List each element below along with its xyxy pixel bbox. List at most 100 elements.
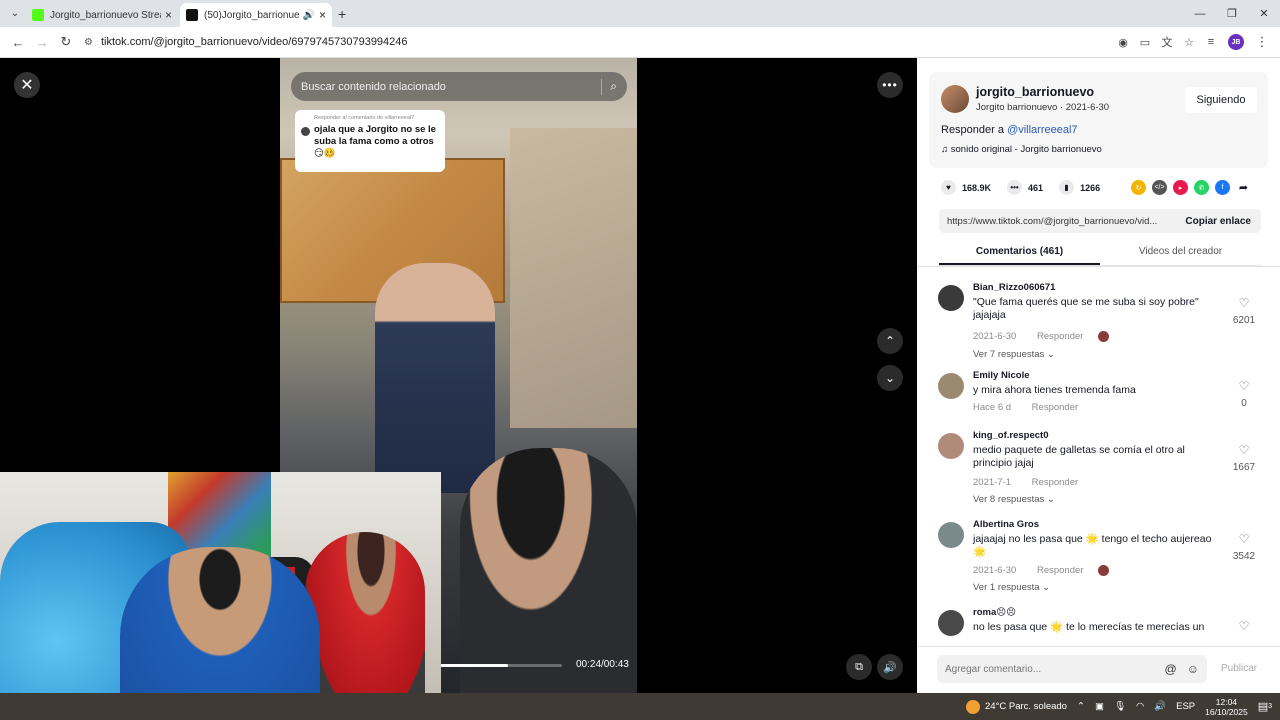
description-mention[interactable]: @villarreeeal7	[1007, 124, 1077, 136]
comment-like[interactable]: ♡ 1667	[1227, 443, 1261, 475]
like-stat[interactable]: ♥ 168.9K	[941, 180, 991, 195]
comment-avatar[interactable]	[938, 522, 964, 548]
previous-video-button[interactable]: ⌃	[877, 328, 903, 354]
new-tab-button[interactable]: +	[338, 6, 346, 22]
menu-kebab-icon[interactable]: ⋮	[1250, 34, 1274, 50]
video-link: https://www.tiktok.com/@jorgito_barrionu…	[947, 215, 1158, 227]
notification-count: 3	[1268, 703, 1272, 710]
reply-button[interactable]: Responder	[1037, 565, 1083, 576]
bookmark-star-icon[interactable]: ☆	[1178, 36, 1200, 49]
comment-username[interactable]: Emily Nicole	[973, 370, 1030, 381]
view-replies-button[interactable]: Ver 7 respuestas ⌄	[973, 349, 1055, 360]
tray-wifi-icon[interactable]: ◠	[1136, 701, 1144, 712]
repost-icon[interactable]: ↻	[1131, 180, 1146, 195]
comment-avatar[interactable]	[938, 610, 964, 636]
eye-icon[interactable]: ◉	[1112, 36, 1134, 49]
share-arrow-icon[interactable]: ➦	[1236, 180, 1251, 195]
comment-like-count: 1667	[1232, 462, 1256, 473]
site-info-icon[interactable]: ⚙	[84, 37, 93, 48]
view-replies-button[interactable]: Ver 1 respuesta ⌄	[973, 582, 1050, 593]
comment-like[interactable]: ♡ 3542	[1227, 532, 1261, 564]
forward-icon[interactable]: →	[30, 35, 54, 50]
related-search[interactable]: ⌕	[291, 72, 627, 101]
tab-tiktok[interactable]: (50)Jorgito_barrionuevo (@ 🔊 ×	[180, 3, 332, 27]
video-description: Responder a @villarreeeal7	[941, 124, 1078, 136]
comment-like[interactable]: ♡ 0	[1227, 379, 1261, 411]
comment-username[interactable]: roma😣😣	[973, 607, 1016, 618]
comment-username[interactable]: Albertina Gros	[973, 519, 1039, 530]
comment-avatar[interactable]	[938, 285, 964, 311]
author-avatar[interactable]	[941, 85, 969, 113]
tray-chevron-icon[interactable]: ⌃	[1077, 701, 1085, 712]
facebook-icon[interactable]: f	[1215, 180, 1230, 195]
comment-text: "Que fama querés que se me suba si soy p…	[973, 296, 1199, 321]
comment-like[interactable]: ♡ 6201	[1227, 296, 1261, 328]
comment-text: y mira ahora tienes tremenda fama	[973, 384, 1136, 396]
pip-button[interactable]: ⧉	[846, 654, 872, 680]
close-video-button[interactable]: ✕	[14, 72, 40, 98]
comment-input[interactable]	[945, 663, 1155, 675]
comment-like-count: 3542	[1232, 551, 1256, 562]
send-to-friends-icon[interactable]: ▸	[1173, 180, 1188, 195]
reply-button[interactable]: Responder	[1032, 402, 1078, 413]
volume-button[interactable]: 🔊	[877, 654, 903, 680]
save-stat[interactable]: ▮ 1266	[1059, 180, 1100, 195]
copy-link-button[interactable]: Copiar enlace	[1175, 216, 1261, 227]
mention-icon[interactable]: @	[1165, 662, 1177, 676]
sound-link[interactable]: ♫ sonido original - Jorgito barrionuevo	[941, 144, 1102, 155]
search-divider	[601, 78, 603, 95]
url-field[interactable]: ⚙ tiktok.com/@jorgito_barrionuevo/video/…	[84, 30, 1112, 54]
view-replies-button[interactable]: Ver 8 respuestas ⌄	[973, 494, 1055, 505]
language-indicator[interactable]: ESP	[1176, 701, 1195, 712]
tab-comments[interactable]: Comentarios (461)	[939, 242, 1100, 265]
comment-avatar[interactable]	[938, 433, 964, 459]
profile-avatar[interactable]: JB	[1228, 34, 1244, 50]
video-progress-bar[interactable]	[440, 664, 562, 667]
clock[interactable]: 12:04 16/10/2025	[1205, 697, 1248, 717]
tray-mic-icon[interactable]: 🎙	[1114, 701, 1126, 712]
reply-button[interactable]: Responder	[1032, 477, 1078, 488]
weather-widget[interactable]: 24°C Parc. soleado	[966, 699, 1067, 714]
comment-username[interactable]: Bian_Rizzo060671	[973, 282, 1055, 293]
heart-outline-icon: ♡	[1238, 379, 1250, 393]
publish-button[interactable]: Publicar	[1221, 663, 1257, 674]
more-options-button[interactable]: •••	[877, 72, 903, 98]
close-tab-icon[interactable]: ×	[165, 8, 172, 22]
reply-button[interactable]: Responder	[1037, 331, 1083, 342]
following-button[interactable]: Siguiendo	[1185, 87, 1257, 113]
translate-icon[interactable]: 文	[1156, 34, 1178, 50]
clock-date: 16/10/2025	[1205, 706, 1248, 717]
comment-stat[interactable]: ••• 461	[1007, 180, 1043, 195]
emoji-icon[interactable]: ☺	[1187, 662, 1199, 676]
close-tab-icon[interactable]: ×	[319, 8, 326, 22]
related-search-input[interactable]	[301, 80, 594, 93]
minimize-icon[interactable]: —	[1184, 0, 1216, 27]
tray-usb-icon[interactable]: ▣	[1095, 701, 1104, 712]
author-subtitle: Jorgito barrionuevo · 2021-6-30	[976, 102, 1110, 113]
comment-username[interactable]: king_of.respect0	[973, 430, 1049, 441]
reading-list-icon[interactable]: ≡	[1200, 36, 1222, 48]
back-icon[interactable]: ←	[6, 35, 30, 50]
author-username[interactable]: jorgito_barrionuevo	[976, 85, 1094, 99]
bookmark-icon: ▮	[1059, 180, 1075, 195]
comment-like[interactable]: ♡	[1227, 619, 1261, 633]
heart-outline-icon: ♡	[1238, 296, 1250, 310]
notification-center-icon[interactable]: ▤ 3	[1258, 700, 1272, 713]
speaker-icon[interactable]: 🔊	[303, 10, 315, 21]
next-video-button[interactable]: ⌄	[877, 365, 903, 391]
comment-like-count: 6201	[1232, 315, 1256, 326]
restore-icon[interactable]: ❐	[1216, 0, 1248, 27]
tab-kick-stream[interactable]: Jorgito_barrionuevo Stream ×	[26, 3, 178, 27]
embed-icon[interactable]: </>	[1152, 180, 1167, 195]
webcam-friend	[305, 532, 425, 720]
comment-avatar[interactable]	[938, 373, 964, 399]
weather-text: 24°C Parc. soleado	[985, 701, 1067, 712]
whatsapp-icon[interactable]: ✆	[1194, 180, 1209, 195]
reload-icon[interactable]: ↻	[54, 34, 78, 50]
search-icon[interactable]: ⌕	[610, 79, 617, 94]
tab-creator-videos[interactable]: Videos del creador	[1100, 242, 1261, 265]
close-window-icon[interactable]: ✕	[1248, 0, 1280, 27]
cast-icon[interactable]: ▭	[1134, 36, 1156, 49]
tray-volume-icon[interactable]: 🔊	[1154, 701, 1166, 712]
tab-search-button[interactable]: ⌄	[4, 2, 26, 24]
